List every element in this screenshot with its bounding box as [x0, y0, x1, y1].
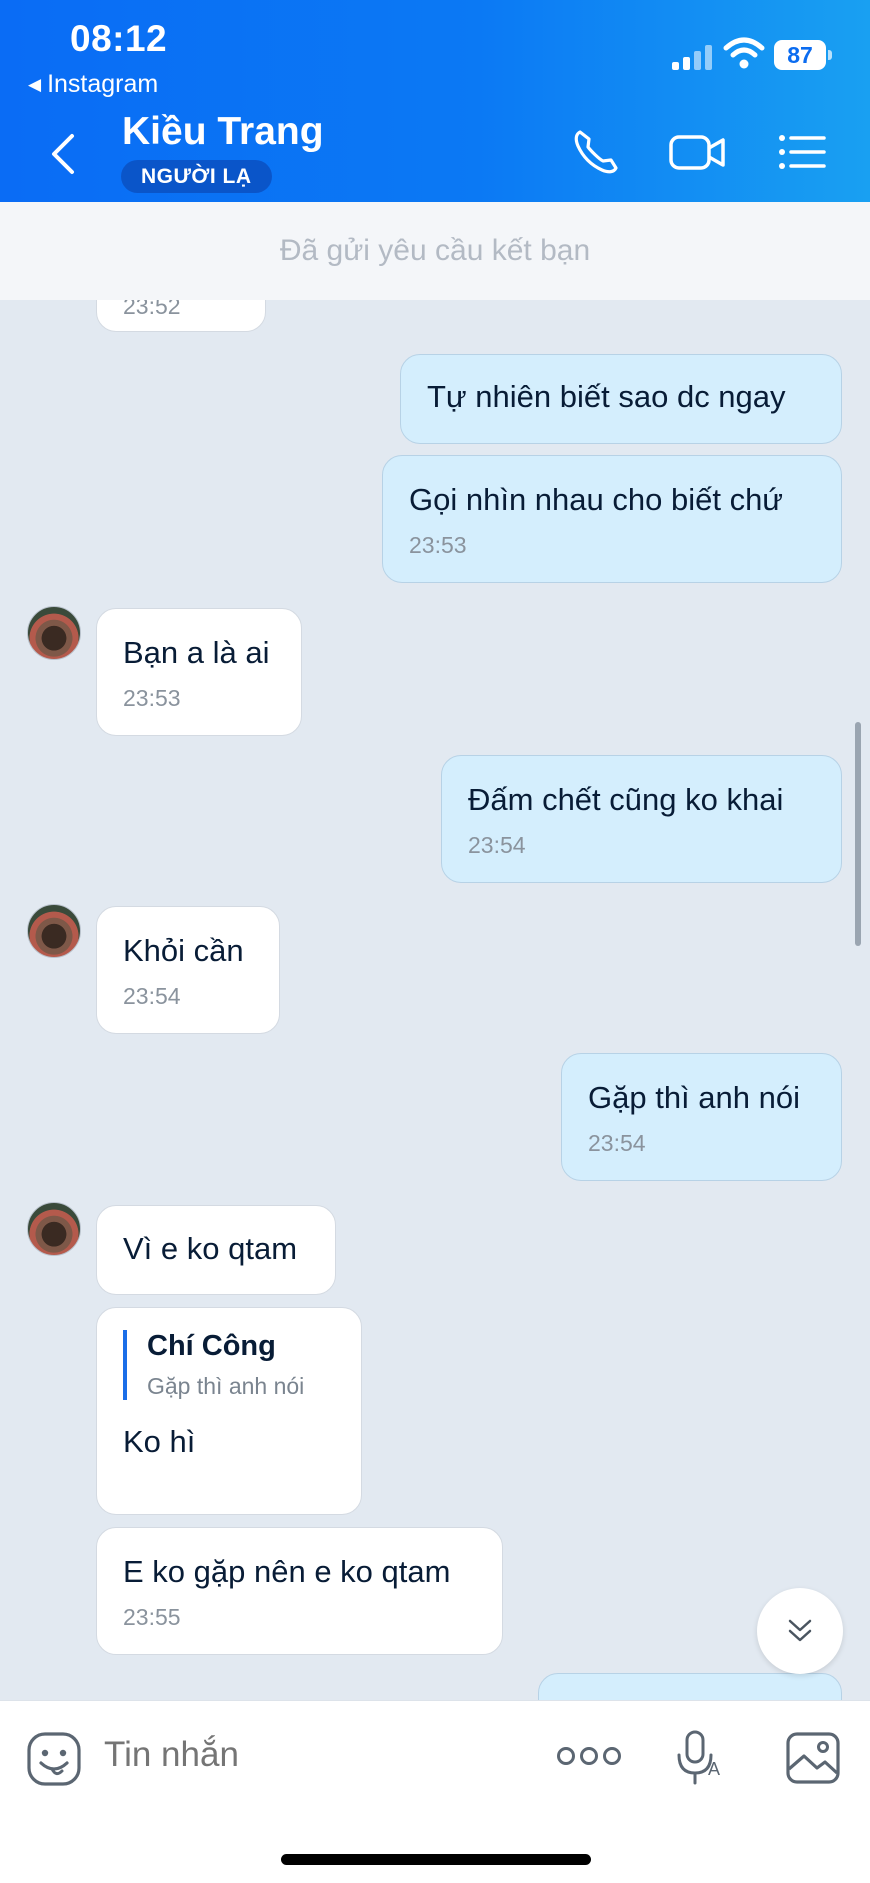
wifi-icon [723, 37, 765, 69]
back-to-app-link[interactable]: ◀ Instagram [28, 70, 158, 99]
message-bubble-out[interactable] [538, 1673, 842, 1700]
message-composer: A [0, 1700, 870, 1883]
message-time: 23:54 [123, 983, 181, 1009]
stranger-badge: NGƯỜI LẠ [121, 160, 272, 193]
message-time: 23:53 [409, 532, 467, 558]
chat-scrollbar[interactable] [855, 722, 861, 946]
message-time: 23:55 [123, 1604, 181, 1630]
message-text: Vì e ko qtam [123, 1231, 298, 1266]
quoted-sender: Chí Công [147, 1330, 276, 1362]
status-time: 08:12 [70, 18, 168, 59]
quoted-text: Gặp thì anh nói [147, 1373, 305, 1399]
message-time: 23:53 [123, 685, 181, 711]
message-time: 23:54 [588, 1130, 646, 1156]
more-options-icon[interactable] [556, 1741, 622, 1771]
message-time: 23:52 [123, 300, 181, 319]
message-bubble-out[interactable]: Tự nhiên biết sao dc ngay [400, 354, 842, 444]
message-text: Gặp thì anh nói [588, 1080, 800, 1115]
battery-icon: 87 [774, 40, 832, 70]
message-text: Tự nhiên biết sao dc ngay [427, 379, 786, 414]
message-text: Đấm chết cũng ko khai [468, 782, 784, 817]
voice-to-text-mic-icon[interactable]: A [674, 1729, 724, 1787]
back-chevron-icon[interactable] [44, 130, 84, 178]
message-text: Khỏi cần [123, 933, 244, 968]
phone-icon[interactable] [570, 126, 622, 178]
message-input[interactable] [104, 1735, 424, 1775]
image-gallery-icon[interactable] [785, 1731, 841, 1785]
scroll-to-bottom-button[interactable] [757, 1588, 843, 1674]
double-chevron-down-icon [788, 1619, 812, 1642]
battery-level: 87 [774, 40, 826, 70]
friend-request-status: Đã gửi yêu cầu kết bạn [0, 202, 870, 300]
reply-message-bubble[interactable]: Chí Công Gặp thì anh nói Ko hì [96, 1307, 362, 1515]
message-text: E ko gặp nên e ko qtam [123, 1554, 451, 1589]
back-app-label: Instagram [47, 70, 159, 98]
menu-list-icon[interactable] [776, 126, 828, 178]
message-bubble-out[interactable]: Đấm chết cũng ko khai 23:54 [441, 755, 842, 883]
svg-text:A: A [708, 1759, 720, 1779]
contact-name[interactable]: Kiều Trang [122, 110, 324, 154]
message-bubble-out[interactable]: Gọi nhìn nhau cho biết chứ 23:53 [382, 455, 842, 583]
message-bubble-in[interactable]: E ko gặp nên e ko qtam 23:55 [96, 1527, 503, 1655]
contact-avatar[interactable] [27, 606, 81, 660]
message-bubble-in[interactable]: 23:52 [96, 300, 266, 332]
chat-header: 08:12 ◀ Instagram 87 Kiều Trang NGƯỜI LẠ [0, 0, 870, 202]
sticker-emoji-icon[interactable] [26, 1731, 82, 1787]
message-text: Ko hì [123, 1424, 196, 1459]
message-bubble-in[interactable]: Vì e ko qtam [96, 1205, 336, 1295]
message-text: Gọi nhìn nhau cho biết chứ [409, 482, 784, 517]
message-bubble-in[interactable]: Khỏi cần 23:54 [96, 906, 280, 1034]
back-triangle-icon: ◀ [28, 74, 42, 94]
message-bubble-out[interactable]: Gặp thì anh nói 23:54 [561, 1053, 842, 1181]
home-indicator [281, 1854, 591, 1865]
message-bubble-in[interactable]: Bạn a là ai 23:53 [96, 608, 302, 736]
signal-icon [672, 44, 714, 70]
video-call-icon[interactable] [668, 126, 728, 178]
contact-avatar[interactable] [27, 1202, 81, 1256]
message-time: 23:54 [468, 832, 526, 858]
message-text: Bạn a là ai [123, 635, 270, 670]
message-list[interactable]: 23:52 Tự nhiên biết sao dc ngay Gọi nhìn… [0, 300, 870, 1700]
quoted-message[interactable]: Chí Công Gặp thì anh nói [123, 1330, 335, 1400]
contact-avatar[interactable] [27, 904, 81, 958]
